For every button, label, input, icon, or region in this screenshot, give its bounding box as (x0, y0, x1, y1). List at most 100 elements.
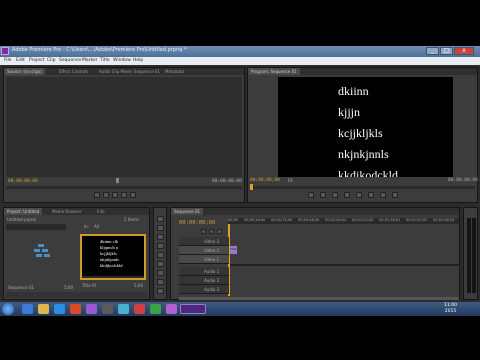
ruler-label-5: 00;01;04;02 (325, 218, 347, 222)
title-clip[interactable]: Title (230, 246, 237, 254)
audio-meter-left (467, 218, 471, 293)
razor-tool-icon[interactable] (157, 252, 164, 258)
app-taskbar-icon-2[interactable] (86, 304, 97, 314)
snap-icon[interactable] (201, 229, 206, 234)
tab-effect-controls[interactable]: Effect Controls (56, 68, 91, 75)
track-label-audio-1: Audio 1 (204, 269, 220, 274)
audio-meters-panel (463, 207, 478, 300)
media-taskbar-icon[interactable] (54, 304, 65, 314)
menu-window[interactable]: Window (113, 58, 131, 63)
start-button[interactable] (2, 303, 14, 315)
track-header-video-1[interactable]: Video 1 (179, 255, 229, 264)
program-extract-icon[interactable] (380, 192, 386, 198)
taskbar-clock[interactable]: 11:00 2015 (444, 303, 457, 315)
project-item-count: 2 Items (124, 217, 140, 222)
app-taskbar-icon-6[interactable] (150, 304, 161, 314)
source-play-icon[interactable] (103, 192, 109, 198)
ie-taskbar-icon[interactable] (22, 304, 33, 314)
menu-help[interactable]: Help (133, 58, 143, 63)
ripple-edit-tool-icon[interactable] (157, 234, 164, 240)
menu-clip[interactable]: Clip (47, 58, 56, 63)
title-thumbnail[interactable]: dkiinn clb kljqmcb a kcjjkljkls nkjnkjnn… (80, 234, 146, 280)
source-scrub-bar[interactable] (6, 186, 242, 189)
program-step-forward-icon[interactable] (356, 192, 362, 198)
thumbnail-scrub-bar[interactable] (82, 276, 144, 278)
close-button[interactable]: x (454, 47, 474, 55)
slip-tool-icon[interactable] (157, 261, 164, 267)
tab-info[interactable]: Info (94, 208, 108, 215)
program-fit-dropdown[interactable]: Fit (288, 178, 293, 183)
timeline-settings-icon[interactable] (217, 229, 222, 234)
project-panel: Project: Untitled Media Browser Info Unt… (3, 207, 150, 300)
menu-marker[interactable]: Marker (82, 58, 98, 63)
program-play-icon[interactable] (344, 192, 350, 198)
track-header-video-3[interactable]: Video 3 (179, 237, 229, 246)
track-header-audio-3[interactable]: Audio 3 (179, 285, 229, 294)
project-in-dropdown[interactable]: All (94, 224, 99, 229)
track-select-tool-icon[interactable] (157, 225, 164, 231)
app-taskbar-icon-3[interactable] (102, 304, 113, 314)
ruler-label-1: 00;00 (228, 218, 239, 222)
program-timecode-duration: 00;00;00;00 (448, 178, 478, 183)
app-taskbar-icon-5[interactable] (134, 304, 145, 314)
program-step-back-icon[interactable] (332, 192, 338, 198)
tab-audio-clip-mixer[interactable]: Audio Clip Mixer: Sequence 01 (96, 68, 163, 75)
source-playhead-icon[interactable] (116, 178, 119, 183)
pen-tool-icon[interactable] (157, 270, 164, 276)
track-header-video-2[interactable]: Video 2 (179, 246, 229, 255)
tab-source[interactable]: Source: (no clips) (4, 68, 45, 75)
menu-project[interactable]: Project (29, 58, 44, 63)
program-playhead-icon[interactable] (250, 184, 253, 190)
audio-meter-right (472, 218, 476, 293)
timeline-timecode[interactable]: 00;00;00;00 (179, 220, 215, 226)
source-step-back-icon[interactable] (94, 192, 100, 198)
tab-metadata[interactable]: Metadata (162, 68, 187, 75)
minimize-button[interactable]: _ (426, 47, 439, 55)
rolling-edit-tool-icon[interactable] (157, 243, 164, 249)
tab-sequence[interactable]: Sequence 01 (171, 208, 204, 215)
timeline-zoom-scrollbar[interactable] (179, 297, 459, 300)
program-timecode-in[interactable]: 00;00;00;00 (250, 178, 280, 183)
source-overwrite-icon[interactable] (130, 192, 136, 198)
explorer-taskbar-icon[interactable] (38, 304, 49, 314)
tab-media-browser[interactable]: Media Browser (49, 208, 85, 215)
track-header-audio-1[interactable]: Audio 1 (179, 267, 229, 276)
program-mark-out-icon[interactable] (320, 192, 326, 198)
project-search-input[interactable] (6, 224, 66, 230)
zoom-tool-icon[interactable] (157, 288, 164, 294)
program-scrub-bar[interactable] (250, 186, 475, 189)
thumbnail-text: dkiinn clb kljqmcb a kcjjkljkls nkjnkjnn… (100, 239, 123, 269)
tab-project[interactable]: Project: Untitled (4, 208, 43, 215)
sequence-bin-item[interactable] (8, 234, 76, 280)
title-thumbnail-duration: 5;00 (134, 283, 143, 288)
program-monitor-panel: Program: Sequence 01 dkiinn kjjjn kcjjkl… (247, 67, 478, 203)
timeline-panel: Sequence 01 00;00;00;00 00;00 00;00;16;0… (170, 207, 460, 300)
sequence-bin-label: Sequence 01 (8, 285, 35, 290)
menu-title[interactable]: Title (100, 58, 110, 63)
ruler-label-9: 00;02;08;04 (433, 218, 455, 222)
program-lift-icon[interactable] (368, 192, 374, 198)
menu-edit[interactable]: Edit (16, 58, 25, 63)
source-step-forward-icon[interactable] (112, 192, 118, 198)
sequence-icon (34, 244, 50, 257)
menu-sequence[interactable]: Sequence (59, 58, 81, 63)
maximize-button[interactable]: □ (440, 47, 453, 55)
menu-file[interactable]: File (4, 58, 12, 63)
app-taskbar-icon-4[interactable] (118, 304, 129, 314)
timeline-ruler[interactable]: 00;00 00;00;16;00 00;00;32;00 00;00;48;0… (228, 218, 459, 224)
selection-tool-icon[interactable] (157, 216, 164, 222)
title-line-1: dkiinn (338, 84, 369, 98)
track-label-audio-2: Audio 2 (204, 278, 220, 283)
app-taskbar-icon-7[interactable] (166, 304, 177, 314)
tab-program[interactable]: Program: Sequence 01 (248, 68, 300, 75)
source-insert-icon[interactable] (121, 192, 127, 198)
hand-tool-icon[interactable] (157, 279, 164, 285)
windows-taskbar: 11:00 2015 (0, 302, 480, 316)
premiere-taskbar-button[interactable] (180, 304, 206, 314)
app-taskbar-icon-1[interactable] (70, 304, 81, 314)
program-mark-in-icon[interactable] (308, 192, 314, 198)
track-header-audio-2[interactable]: Audio 2 (179, 276, 229, 285)
program-export-frame-icon[interactable] (392, 192, 398, 198)
source-timecode-in[interactable]: 00;00;00;00 (8, 179, 38, 184)
add-marker-icon[interactable] (209, 229, 214, 234)
